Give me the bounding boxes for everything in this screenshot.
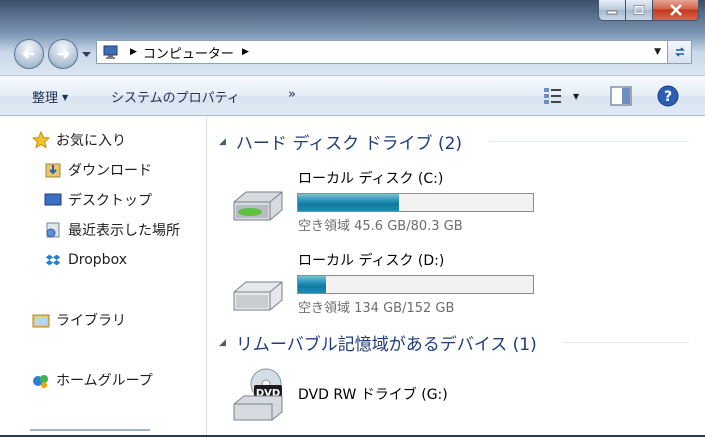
forward-icon [58,49,70,59]
refresh-button[interactable] [668,40,692,64]
group-divider [489,141,689,142]
breadcrumb-computer[interactable]: コンピューター [143,43,234,62]
refresh-icon [674,47,685,57]
system-properties-button[interactable]: システムのプロパティ [111,87,240,106]
group-header-hard-disks[interactable]: ◢ ハード ディスク ドライブ (2) [219,129,462,154]
help-button[interactable]: ? [657,85,679,111]
close-icon [669,4,682,16]
nav-next-item-partial [30,429,150,437]
drive-c-name[interactable]: ローカル ディスク (C:) [298,168,443,188]
nav-label: ライブラリ [56,313,126,329]
group-divider [563,342,689,343]
drive-c-usage-bar [297,193,534,212]
close-button[interactable] [653,0,699,21]
star-icon [32,131,50,149]
title-bar [0,0,705,30]
nav-label: お気に入り [56,133,126,149]
libraries-icon [32,311,50,329]
help-icon: ? [657,85,679,107]
address-bar[interactable]: ▶ コンピューター ▶ ▼ [96,40,668,64]
nav-downloads[interactable]: ダウンロード [44,159,152,181]
content-area: お気に入り ダウンロード デスクトップ 最近表示した場所 Dropbox ライブ… [0,116,705,435]
nav-libraries[interactable]: ライブラリ [32,309,126,331]
explorer-window: ▶ コンピューター ▶ ▼ 整理 ▼ システムのプロパティ » ▼ ? お気に入… [0,0,705,435]
preview-pane-icon [610,86,632,106]
navigation-pane[interactable]: お気に入り ダウンロード デスクトップ 最近表示した場所 Dropbox ライブ… [0,116,207,435]
drive-d-usage-fill [298,276,327,293]
dropbox-icon [44,251,62,269]
group-title: リムーバブル記憶域があるデバイス (1) [235,335,537,355]
recent-places-icon [44,221,62,239]
collapse-triangle-icon[interactable]: ◢ [219,338,226,348]
preview-pane-button[interactable] [610,86,632,110]
nav-dropbox[interactable]: Dropbox [44,249,127,271]
back-icon [22,49,34,59]
drive-c-icon[interactable] [230,188,286,228]
organize-button[interactable]: 整理 ▼ [32,87,68,106]
window-controls [598,0,699,22]
forward-button[interactable] [48,39,78,69]
drive-c-usage-fill [298,194,400,211]
nav-desktop[interactable]: デスクトップ [44,189,152,211]
downloads-folder-icon [44,161,62,179]
drive-d-icon[interactable] [230,278,286,318]
recent-pages-dropdown[interactable] [82,47,91,62]
group-header-removable[interactable]: ◢ リムーバブル記憶域があるデバイス (1) [219,330,537,355]
dvd-drive-icon[interactable]: DVD [230,366,286,426]
maximize-icon [633,5,645,15]
chevron-down-icon [82,52,91,57]
nav-label: Dropbox [68,252,127,268]
desktop-icon [44,191,62,209]
nav-homegroup[interactable]: ホームグループ [32,369,153,391]
nav-recent-places[interactable]: 最近表示した場所 [44,219,180,241]
change-view-button[interactable]: ▼ [543,86,579,106]
file-list[interactable]: ◢ ハード ディスク ドライブ (2) ローカル ディスク (C:) 空き領域 … [207,116,705,435]
details-view-icon [544,88,561,104]
more-commands-button[interactable]: » [288,87,296,102]
nav-label: ホームグループ [56,373,153,389]
nav-label: 最近表示した場所 [68,223,180,239]
homegroup-icon [32,371,50,389]
group-title: ハード ディスク ドライブ (2) [235,134,463,154]
command-bar: 整理 ▼ システムのプロパティ » ▼ ? [0,75,705,116]
address-dropdown-icon[interactable]: ▼ [654,47,661,57]
breadcrumb-arrow-icon[interactable]: ▶ [130,47,137,57]
drive-d-name[interactable]: ローカル ディスク (D:) [298,250,444,270]
minimize-icon [606,10,618,15]
chevron-down-icon[interactable]: ▼ [573,92,579,101]
svg-text:?: ? [664,89,672,105]
dvd-drive-name[interactable]: DVD RW ドライブ (G:) [298,384,448,404]
minimize-button[interactable] [598,0,626,21]
maximize-button[interactable] [626,0,653,21]
computer-icon [102,44,122,60]
drive-d-usage-bar [297,275,534,294]
organize-label: 整理 [32,91,59,106]
drive-c-free-space: 空き領域 45.6 GB/80.3 GB [298,219,463,234]
chevron-down-icon: ▼ [62,93,69,102]
nav-label: デスクトップ [68,193,152,209]
collapse-triangle-icon[interactable]: ◢ [219,137,226,147]
address-row: ▶ コンピューター ▶ ▼ [0,30,705,70]
nav-label: ダウンロード [68,163,152,179]
drive-d-free-space: 空き領域 134 GB/152 GB [298,301,455,316]
breadcrumb-arrow-icon[interactable]: ▶ [242,47,249,57]
back-button[interactable] [14,39,44,69]
nav-favorites[interactable]: お気に入り [32,129,126,151]
